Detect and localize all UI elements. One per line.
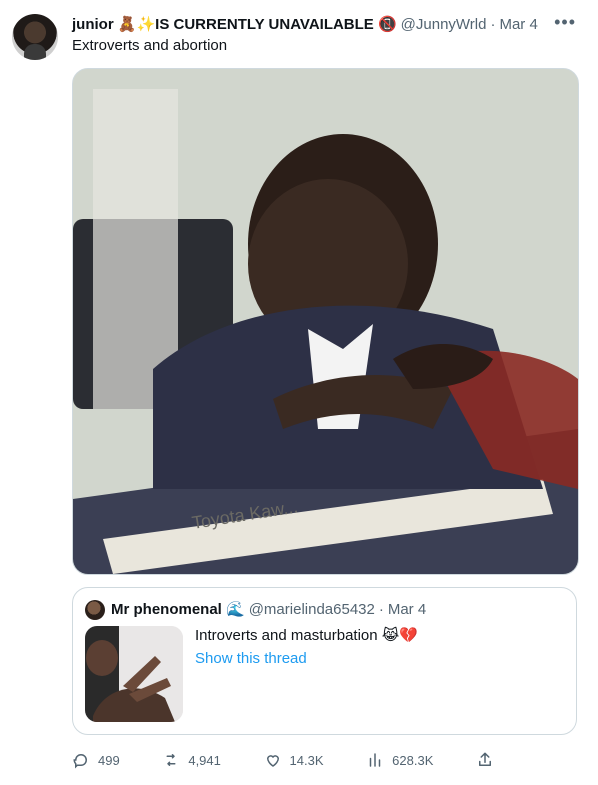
tweet-date[interactable]: Mar 4: [499, 16, 537, 33]
quote-date[interactable]: Mar 4: [388, 601, 426, 618]
media-image: Toyota Kaw...: [73, 69, 578, 574]
share-button[interactable]: [476, 751, 502, 769]
reply-count: 499: [98, 752, 120, 768]
retweet-icon: [166, 754, 176, 766]
views-icon: [369, 753, 381, 767]
more-horizontal-icon[interactable]: •••: [554, 12, 576, 33]
tweet-actions: 499 4,941 14.3K 628.3K: [72, 748, 502, 772]
views-count: 628.3K: [392, 752, 434, 768]
tweet-media[interactable]: Toyota Kaw...: [72, 68, 579, 575]
author-avatar[interactable]: [12, 14, 58, 60]
quote-author-handle[interactable]: @marielinda65432: [249, 601, 375, 618]
quote-author-avatar[interactable]: [85, 600, 105, 620]
author-handle[interactable]: @JunnyWrld: [401, 16, 487, 33]
separator-dot: ·: [490, 15, 496, 33]
quoted-tweet[interactable]: Mr phenomenal 🌊 @marielinda65432 · Mar 4…: [72, 587, 577, 735]
retweet-button[interactable]: 4,941: [162, 751, 221, 769]
quote-thumbnail[interactable]: [85, 626, 183, 722]
quote-header: Mr phenomenal 🌊 @marielinda65432 · Mar 4: [111, 600, 426, 619]
author-display-name[interactable]: junior 🧸✨IS CURRENTLY UNAVAILABLE 📵: [72, 15, 397, 33]
show-thread-link[interactable]: Show this thread: [195, 650, 307, 667]
like-count: 14.3K: [289, 752, 324, 768]
tweet-text: Extroverts and abortion: [72, 37, 228, 54]
reply-button[interactable]: 499: [72, 751, 120, 769]
like-button[interactable]: 14.3K: [264, 751, 324, 769]
quote-author-display-name[interactable]: Mr phenomenal 🌊: [111, 600, 245, 618]
thumbnail-image: [85, 626, 183, 722]
retweet-count: 4,941: [188, 752, 221, 768]
views-button[interactable]: 628.3K: [366, 751, 433, 769]
quote-text: Introverts and masturbation 😹💔: [195, 627, 418, 644]
tweet-header: junior 🧸✨IS CURRENTLY UNAVAILABLE 📵 @Jun…: [72, 13, 568, 35]
share-icon: [479, 752, 491, 766]
heart-icon: [266, 755, 279, 767]
reply-icon: [73, 753, 88, 769]
tweet: junior 🧸✨IS CURRENTLY UNAVAILABLE 📵 @Jun…: [0, 0, 598, 785]
separator-dot: ·: [378, 600, 384, 618]
